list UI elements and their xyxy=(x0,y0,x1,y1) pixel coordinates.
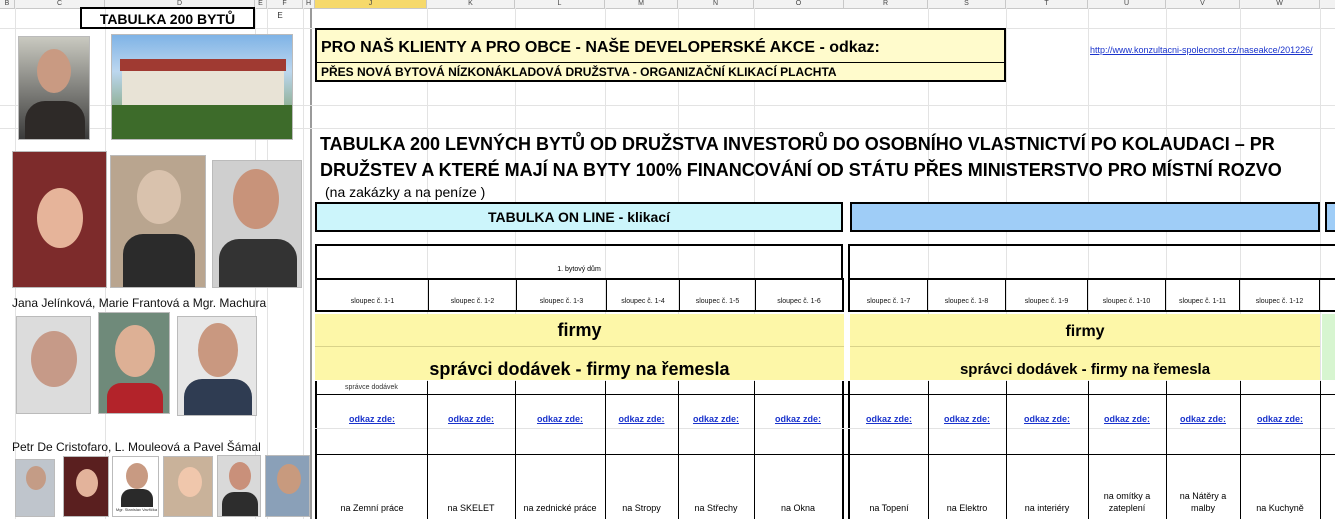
small-photo-6 xyxy=(265,455,310,517)
managers-label-left: správci dodávek - firmy na řemesla xyxy=(315,346,844,380)
supplier-link-8[interactable]: odkaz zde: xyxy=(928,414,1006,424)
person-photo-frantova xyxy=(110,155,206,288)
person-photo-de-cristofaro xyxy=(16,316,91,414)
house-label-cell: 1. bytový dům xyxy=(315,244,843,280)
firms-label-right: firmy xyxy=(850,314,1320,346)
caption-group-1: Jana Jelínková, Marie Frantová a Mgr. Ma… xyxy=(12,296,267,310)
column-header-n[interactable]: N xyxy=(678,0,754,8)
promo-line-2[interactable]: PŘES NOVÁ BYTOVÁ NÍZKONÁKLADOVÁ DRUŽSTVA… xyxy=(321,65,837,79)
supplier-link-7[interactable]: odkaz zde: xyxy=(850,414,928,424)
headline-note: (na zakázky a na peníze ) xyxy=(325,184,486,200)
column-header-b[interactable]: B xyxy=(0,0,15,8)
trade-11: na Nátěry a malby xyxy=(1179,491,1227,513)
trade-9: na interiéry xyxy=(1024,503,1070,513)
supplier-link-3[interactable]: odkaz zde: xyxy=(515,414,605,424)
small-photo-1 xyxy=(15,459,55,517)
column-e-label: E xyxy=(277,11,283,20)
person-photo-machura xyxy=(212,160,302,288)
person-photo-samal xyxy=(177,316,257,416)
trade-4: na Stropy xyxy=(622,503,661,513)
managers-label-right: správci dodávek - firmy na řemesla xyxy=(850,346,1320,380)
promo-line-1: PRO NAŠ KLIENTY A PRO OBCE - NAŠE DEVELO… xyxy=(321,39,880,56)
supplier-link-12[interactable]: odkaz zde: xyxy=(1240,414,1320,424)
headline-line-2: DRUŽSTEV A KTERÉ MAJÍ NA BYTY 100% FINAN… xyxy=(320,160,1282,180)
column-header-f[interactable]: F xyxy=(267,0,303,8)
column-header-o[interactable]: O xyxy=(754,0,844,8)
column-number-6[interactable]: sloupec č. 1-6 xyxy=(756,280,842,310)
links-area-left xyxy=(315,381,844,519)
column-number-4[interactable]: sloupec č. 1-4 xyxy=(607,280,680,310)
supplier-link-6[interactable]: odkaz zde: xyxy=(754,414,842,424)
supplier-link-5[interactable]: odkaz zde: xyxy=(678,414,754,424)
person-photo-1 xyxy=(18,36,90,140)
column-header-u[interactable]: U xyxy=(1088,0,1166,8)
promo-url-link[interactable]: http://www.konzultacni-spolecnost.cz/nas… xyxy=(1090,45,1313,55)
column-header-e[interactable]: E xyxy=(255,0,267,8)
trade-2: na SKELET xyxy=(447,503,495,513)
column-number-12[interactable]: sloupec č. 1-12 xyxy=(1240,280,1320,310)
supplier-link-9[interactable]: odkaz zde: xyxy=(1006,414,1088,424)
small-photo-3: Mgr. Stanislav Vavřička xyxy=(112,456,159,517)
promo-box: PRO NAŠ KLIENTY A PRO OBCE - NAŠE DEVELO… xyxy=(315,28,1006,82)
column-number-11[interactable]: sloupec č. 1-11 xyxy=(1166,280,1240,310)
column-number-row-left: sloupec č. 1-1 sloupec č. 1-2 sloupec č.… xyxy=(315,278,844,312)
supplier-link-2[interactable]: odkaz zde: xyxy=(427,414,515,424)
firms-label-left: firmy xyxy=(315,314,844,346)
trade-1: na Zemní práce xyxy=(340,503,404,513)
building-photo xyxy=(111,34,293,140)
column-header-l[interactable]: L xyxy=(515,0,605,8)
supplier-link-4[interactable]: odkaz zde: xyxy=(605,414,678,424)
column-header-t[interactable]: T xyxy=(1006,0,1088,8)
trade-5: na Střechy xyxy=(694,503,738,513)
trade-7: na Topení xyxy=(869,503,909,513)
column-header-s[interactable]: S xyxy=(928,0,1006,8)
column-header-j[interactable]: J xyxy=(315,0,427,8)
column-header-v[interactable]: V xyxy=(1166,0,1240,8)
column-number-10[interactable]: sloupec č. 1-10 xyxy=(1088,280,1166,310)
column-number-3[interactable]: sloupec č. 1-3 xyxy=(517,280,607,310)
person-photo-mouleova xyxy=(98,312,170,414)
online-table-blue-bar-cut xyxy=(1325,202,1335,232)
headline-line-1: TABULKA 200 LEVNÝCH BYTŮ OD DRUŽSTVA INV… xyxy=(320,134,1275,154)
online-table-button[interactable]: TABULKA ON LINE - klikací xyxy=(315,202,843,232)
column-header-h[interactable]: H xyxy=(303,0,315,8)
trade-6: na Okna xyxy=(780,503,816,513)
supplier-link-10[interactable]: odkaz zde: xyxy=(1088,414,1166,424)
column-header-w[interactable]: W xyxy=(1240,0,1320,8)
house-label: 1. bytový dům xyxy=(557,266,601,273)
column-number-8[interactable]: sloupec č. 1-8 xyxy=(928,280,1006,310)
column-number-5[interactable]: sloupec č. 1-5 xyxy=(680,280,756,310)
column-header-r[interactable]: R xyxy=(844,0,928,8)
trade-10: na omítky a zateplení xyxy=(1103,491,1151,513)
caption-group-2: Petr De Cristofaro, L. Mouleová a Pavel … xyxy=(12,440,261,454)
house-label-cell-2 xyxy=(848,244,1335,280)
column-number-2[interactable]: sloupec č. 1-2 xyxy=(429,280,517,310)
small-photo-4 xyxy=(163,456,213,517)
green-band-edge xyxy=(1322,314,1335,380)
column-number-1[interactable]: sloupec č. 1-1 xyxy=(317,280,429,310)
online-table-blue-bar xyxy=(850,202,1320,232)
person-photo-jelinkova xyxy=(12,151,107,288)
trade-12: na Kuchyně xyxy=(1256,503,1304,513)
trade-8: na Elektro xyxy=(946,503,988,513)
column-number-row-right: sloupec č. 1-7 sloupec č. 1-8 sloupec č.… xyxy=(848,278,1335,312)
small-photo-5 xyxy=(217,455,261,517)
photo-sign-caption: Mgr. Stanislav Vavřička xyxy=(115,507,158,512)
column-number-7[interactable]: sloupec č. 1-7 xyxy=(850,280,928,310)
links-area-right xyxy=(848,381,1335,519)
title-cell[interactable]: TABULKA 200 BYTŮ xyxy=(80,7,255,29)
column-header-m[interactable]: M xyxy=(605,0,678,8)
supplier-link-1[interactable]: odkaz zde: xyxy=(317,414,427,424)
column-header-k[interactable]: K xyxy=(427,0,515,8)
small-photo-2 xyxy=(63,456,109,517)
supplier-link-11[interactable]: odkaz zde: xyxy=(1166,414,1240,424)
column-number-9[interactable]: sloupec č. 1-9 xyxy=(1006,280,1088,310)
trade-3: na zednické práce xyxy=(523,503,597,513)
